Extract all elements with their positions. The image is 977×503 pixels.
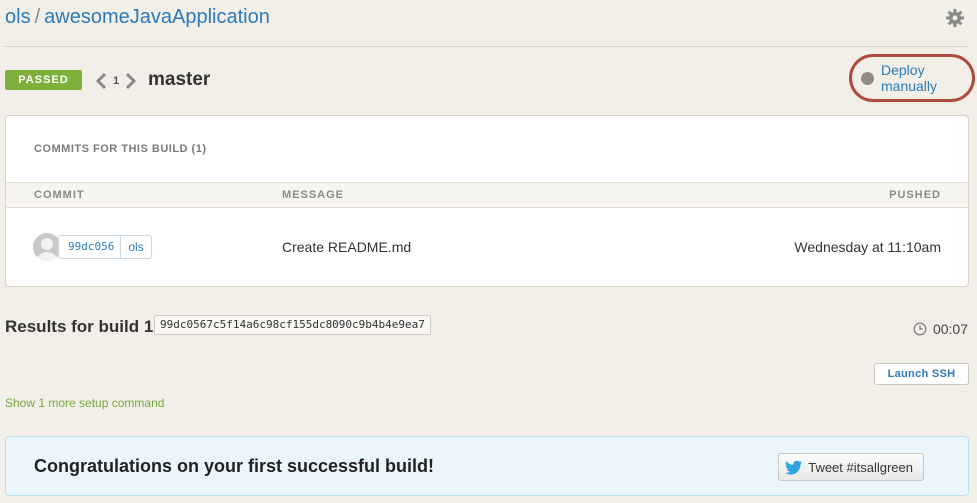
gear-icon[interactable]	[945, 8, 965, 28]
build-duration: 00:07	[913, 321, 968, 337]
duration-value: 00:07	[932, 321, 968, 337]
column-header-commit: COMMIT	[34, 189, 85, 201]
breadcrumb: ols / awesomeJavaApplication	[5, 4, 969, 30]
commits-title: COMMITS FOR THIS BUILD (1)	[34, 143, 207, 155]
twitter-bird-icon	[785, 460, 803, 475]
congrats-banner: Congratulations on your first successful…	[5, 436, 969, 496]
avatar-icon	[33, 233, 61, 261]
congrats-message: Congratulations on your first successful…	[34, 456, 435, 476]
chevron-left-icon[interactable]	[95, 72, 107, 90]
breadcrumb-separator: /	[34, 6, 41, 28]
deploy-manually-button[interactable]: Deploy manually	[849, 54, 975, 102]
build-number: 1	[113, 75, 120, 87]
build-hash: 99dc0567c5f14a6c98cf155dc8090c9b4b4e9ea7	[154, 315, 431, 335]
commit-message: Create README.md	[282, 239, 412, 255]
header-divider	[5, 46, 969, 47]
results-title: Results for build 1	[5, 317, 154, 336]
column-header-pushed: PUSHED	[889, 189, 941, 201]
tweet-button[interactable]: Tweet #itsallgreen	[778, 453, 924, 481]
commits-panel: COMMITS FOR THIS BUILD (1) COMMIT MESSAG…	[5, 115, 969, 287]
launch-ssh-button[interactable]: Launch SSH	[874, 363, 969, 385]
breadcrumb-owner-link[interactable]: ols	[5, 6, 31, 28]
commit-author-link[interactable]: ols	[120, 236, 150, 258]
commit-sha-link[interactable]: 99dc056	[59, 236, 120, 258]
status-dot-icon	[861, 71, 874, 85]
show-setup-command-link[interactable]: Show 1 more setup command	[5, 396, 164, 410]
branch-name: master	[148, 69, 211, 90]
breadcrumb-repo-link[interactable]: awesomeJavaApplication	[44, 6, 270, 28]
deploy-manually-label: Deploy manually	[881, 62, 938, 94]
build-navigation: 1	[95, 69, 137, 93]
status-badge: PASSED	[5, 70, 82, 90]
column-header-message: MESSAGE	[282, 189, 345, 201]
commit-pushed-time: Wednesday at 11:10am	[794, 239, 941, 255]
chevron-right-icon[interactable]	[125, 72, 137, 90]
clock-icon	[913, 322, 927, 336]
table-row: 99dc056 ols Create README.md Wednesday a…	[6, 209, 968, 287]
tweet-label: Tweet #itsallgreen	[808, 459, 913, 475]
commit-sha-group: 99dc056 ols	[58, 235, 152, 259]
build-bar: PASSED 1 master	[5, 67, 969, 97]
commits-table-header: COMMIT MESSAGE PUSHED	[6, 182, 968, 208]
top-bar: ols / awesomeJavaApplication	[5, 4, 969, 44]
